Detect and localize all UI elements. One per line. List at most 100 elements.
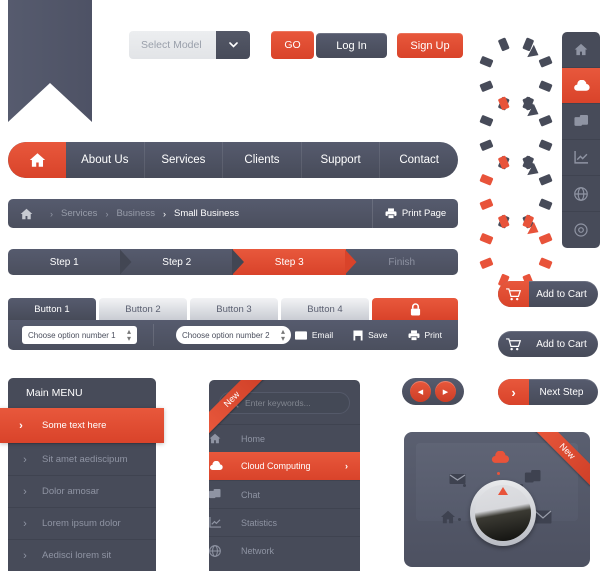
globe-icon [209, 544, 241, 557]
option-select-1[interactable]: Choose option number 1 ▴ ▾ [22, 326, 137, 344]
chevron-right-icon: › [19, 419, 23, 432]
new-ribbon-label: New [533, 432, 590, 486]
device-widget: New [404, 432, 590, 567]
print-page-button[interactable]: Print Page [372, 199, 458, 228]
tab-panel-body: Choose option number 1 ▴ ▾ Choose option … [8, 320, 458, 350]
panel-item-label: Statistics [241, 517, 278, 528]
email-action[interactable]: Email [294, 330, 334, 341]
spinner-segment [479, 114, 494, 127]
chevron-right-icon: › [23, 453, 27, 466]
email-action-label: Email [311, 330, 334, 340]
dot-marker [463, 484, 466, 487]
chevron-down-icon[interactable] [216, 31, 250, 59]
spinner-segment [497, 155, 510, 170]
save-action[interactable]: Save [353, 330, 388, 341]
spinner-segment [538, 139, 553, 152]
panel-item-network[interactable]: Network [209, 536, 360, 564]
menu-item-label: Lorem ipsum dolor [42, 518, 121, 529]
print-action[interactable]: Print [408, 329, 442, 341]
triangle-left-icon[interactable]: ◀ [410, 381, 431, 402]
knob-dial[interactable] [470, 480, 536, 546]
nav-item[interactable]: Services [145, 142, 224, 178]
panel-item-label: Cloud Computing [241, 461, 311, 471]
nav-item[interactable]: About Us [66, 142, 145, 178]
tab-lock-icon[interactable] [372, 298, 458, 320]
go-button[interactable]: GO [271, 31, 314, 59]
panel-item-label: Network [241, 545, 275, 556]
menu-item[interactable]: › Sit amet aediscipum [8, 443, 156, 475]
menu-item-label: Sit amet aediscipum [42, 454, 128, 465]
loading-spinner-icon [479, 148, 553, 229]
sidebar-chart-icon[interactable] [562, 140, 600, 176]
chart-icon [209, 517, 241, 528]
model-select-value: Select Model [141, 39, 202, 51]
chevron-right-icon: › [23, 517, 27, 530]
spinner-segment [538, 257, 553, 270]
step-label: Step 2 [162, 256, 192, 268]
nav-home-icon[interactable] [8, 142, 66, 178]
nav-item[interactable]: Clients [223, 142, 302, 178]
tab-button-3[interactable]: Button 3 [190, 298, 278, 320]
sidebar-cloud-icon[interactable] [562, 68, 600, 104]
add-to-cart-label: Add to Cart [536, 338, 587, 350]
loading-spinner-icon [479, 89, 553, 170]
panel-actions: Email Save Print [294, 329, 458, 341]
home-icon [440, 510, 456, 524]
sidebar-windows-icon[interactable] [562, 104, 600, 140]
cloud-icon [490, 451, 510, 464]
sidebar-gear-icon[interactable] [562, 212, 600, 248]
step-item-active[interactable]: Step 3 [233, 249, 357, 275]
spinner-segment [538, 80, 553, 93]
breadcrumb-item[interactable]: Services [61, 208, 97, 219]
spinner-segment [479, 232, 494, 245]
step-item[interactable]: Step 2 [121, 249, 244, 275]
nav-item[interactable]: Support [302, 142, 381, 178]
loading-spinner-icon [479, 30, 553, 111]
tab-button-4[interactable]: Button 4 [281, 298, 369, 320]
breadcrumb-item[interactable]: Business [116, 208, 155, 219]
spinner-segment [479, 198, 494, 211]
panel-item-label: Chat [241, 489, 261, 500]
chevron-right-icon: › [345, 461, 348, 471]
nav-search-panel: Enter keywords... Home Cloud Computing ›… [209, 380, 360, 571]
main-menu-title: Main MENU [26, 387, 83, 399]
spinner-segment [538, 232, 553, 245]
breadcrumb: › Services › Business › Small Business P… [8, 199, 458, 228]
printer-icon [408, 329, 420, 341]
bookmark-ribbon [8, 0, 92, 122]
menu-item[interactable]: › Aedisci lorem sit [8, 539, 156, 571]
nav-item[interactable]: Contact [380, 142, 458, 178]
add-to-cart-button-secondary[interactable]: Add to Cart [498, 331, 598, 357]
spinner-segment [538, 55, 553, 68]
add-to-cart-button-primary[interactable]: Add to Cart [498, 281, 598, 307]
menu-item-label: Aedisci lorem sit [42, 550, 112, 561]
panel-item-statistics[interactable]: Statistics [209, 508, 360, 536]
option-select-2[interactable]: Choose option number 2 ▴ ▾ [176, 326, 291, 344]
menu-item-active[interactable]: › Some text here [0, 408, 164, 443]
next-step-button[interactable]: › Next Step [498, 379, 598, 405]
menu-item[interactable]: › Lorem ipsum dolor [8, 507, 156, 539]
spinner-segment [497, 214, 510, 229]
menu-item-label: Dolor amosar [42, 486, 100, 497]
led-indicator [497, 472, 500, 475]
step-item[interactable]: Step 1 [8, 249, 132, 275]
envelope-icon [294, 330, 307, 340]
panel-item-cloud-active[interactable]: Cloud Computing › [209, 452, 360, 480]
tab-button-2[interactable]: Button 2 [99, 298, 187, 320]
breadcrumb-separator: › [50, 208, 53, 219]
new-ribbon-label: New [209, 380, 266, 434]
tab-bar: Button 1 Button 2 Button 3 Button 4 [8, 298, 458, 320]
signup-button[interactable]: Sign Up [397, 33, 463, 58]
tab-button-1[interactable]: Button 1 [8, 298, 96, 320]
panel-item-chat[interactable]: Chat [209, 480, 360, 508]
triangle-right-icon[interactable]: ▶ [435, 381, 456, 402]
save-action-label: Save [368, 330, 388, 340]
login-button[interactable]: Log In [316, 33, 387, 58]
sidebar-home-icon[interactable] [562, 32, 600, 68]
home-icon[interactable] [8, 208, 42, 220]
sidebar-globe-icon[interactable] [562, 176, 600, 212]
menu-item-label: Some text here [42, 420, 107, 431]
new-ribbon: New [209, 380, 266, 437]
spinner-segment [479, 55, 494, 68]
menu-item[interactable]: › Dolor amosar [8, 475, 156, 507]
